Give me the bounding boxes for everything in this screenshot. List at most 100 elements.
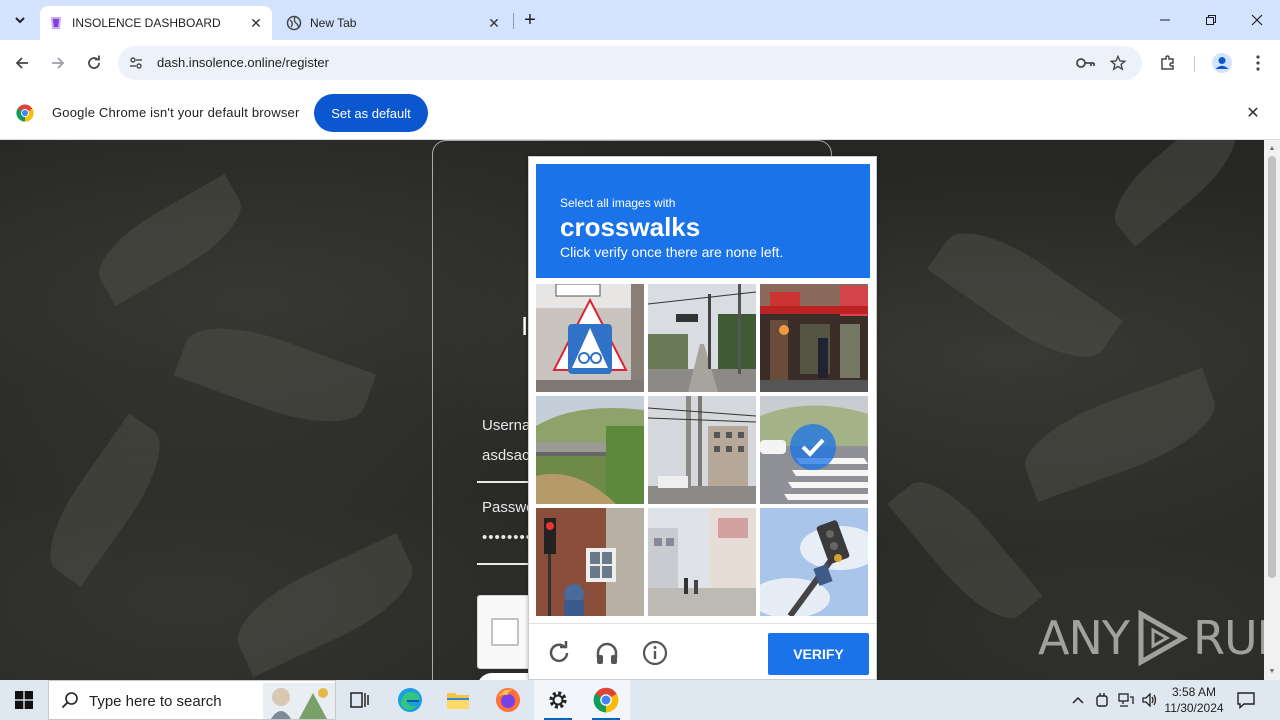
reload-icon: [549, 641, 569, 663]
close-infobar-icon[interactable]: ✕: [1243, 103, 1263, 123]
close-tab-icon[interactable]: ✕: [484, 13, 504, 33]
headphones-icon: [596, 642, 618, 664]
info-icon: [642, 640, 668, 666]
tab-strip: INSOLENCE DASHBOARD ✕ New Tab ✕ +: [0, 0, 1280, 40]
leaf-decoration: [224, 533, 426, 677]
arrow-right-icon: [52, 57, 65, 69]
audio-challenge-button[interactable]: [591, 637, 623, 669]
tile-bicycle-sign[interactable]: [536, 284, 644, 392]
edge-icon: [398, 688, 422, 712]
reload-challenge-button[interactable]: [543, 637, 575, 669]
browser-toolbar: dash.insolence.online/register: [0, 40, 1280, 86]
verify-button[interactable]: VERIFY: [768, 633, 869, 675]
edge-taskbar-icon[interactable]: [386, 680, 434, 720]
chevron-down-icon: [15, 17, 25, 24]
show-hidden-icons-button[interactable]: [1068, 690, 1088, 710]
password-input[interactable]: ••••••••: [482, 529, 532, 546]
settings-taskbar-icon[interactable]: [534, 680, 582, 720]
search-highlight-illustration: [263, 683, 335, 719]
avatar-icon: [1212, 53, 1232, 73]
address-bar[interactable]: dash.insolence.online/register: [118, 46, 1142, 80]
taskbar-clock[interactable]: 3:58 AM 11/30/2024: [1160, 684, 1228, 716]
leaf-decoration: [31, 413, 179, 587]
watermark-text-right: RUN: [1192, 611, 1264, 665]
recaptcha-checkbox[interactable]: [491, 618, 519, 646]
folder-icon: [447, 693, 469, 709]
page-scrollbar[interactable]: ▲ ▼: [1264, 140, 1280, 680]
forward-button[interactable]: [42, 47, 74, 79]
leaf-decoration: [173, 309, 377, 441]
help-button[interactable]: [639, 637, 671, 669]
minimize-button[interactable]: [1142, 0, 1188, 40]
set-as-default-button[interactable]: Set as default: [314, 94, 428, 132]
windows-logo-icon: [15, 691, 33, 709]
reload-icon: [88, 55, 100, 69]
restore-button[interactable]: [1188, 0, 1234, 40]
url-text[interactable]: dash.insolence.online/register: [157, 55, 329, 70]
new-tab-button[interactable]: +: [518, 8, 542, 32]
watermark-text-left: ANY: [1038, 611, 1130, 665]
device-tray-button[interactable]: [1092, 690, 1112, 710]
close-icon: [1251, 14, 1263, 26]
scroll-up-arrow-icon[interactable]: ▲: [1268, 144, 1276, 152]
chrome-taskbar-icon[interactable]: [582, 680, 630, 720]
site-info-icon[interactable]: [124, 51, 148, 75]
tile-shopping-street[interactable]: [648, 508, 756, 616]
extensions-button[interactable]: [1152, 47, 1184, 79]
insolence-favicon-icon: [48, 15, 64, 31]
windows-taskbar: Type here to search 3:58 AM 11/30/2024: [0, 680, 1280, 720]
username-input[interactable]: asdsac: [482, 447, 530, 464]
tile-street-traffic-light[interactable]: [648, 284, 756, 392]
infobar-message: Google Chrome isn't your default browser: [52, 105, 300, 120]
selected-checkmark-icon: [790, 424, 836, 470]
globe-icon: [286, 15, 302, 31]
bookmark-star-icon[interactable]: [1106, 51, 1130, 75]
password-key-icon[interactable]: [1074, 51, 1098, 75]
menu-button[interactable]: [1242, 47, 1274, 79]
minimize-icon: [1160, 19, 1170, 21]
tab-separator: [513, 13, 514, 29]
puzzle-icon: [1161, 55, 1174, 70]
volume-tray-button[interactable]: [1140, 690, 1160, 710]
back-button[interactable]: [6, 47, 38, 79]
tile-utility-poles[interactable]: [648, 396, 756, 504]
tile-storefront[interactable]: [760, 284, 868, 392]
tab-insolence-dashboard[interactable]: INSOLENCE DASHBOARD ✕: [40, 6, 272, 40]
tab-title: New Tab: [310, 16, 357, 30]
scroll-down-arrow-icon[interactable]: ▼: [1268, 667, 1276, 675]
chevron-up-icon: [1072, 696, 1084, 704]
close-window-button[interactable]: [1234, 0, 1280, 40]
firefox-icon: [496, 688, 520, 712]
tile-traffic-signal-sky[interactable]: [760, 508, 868, 616]
usb-device-icon: [1096, 693, 1108, 707]
task-view-button[interactable]: [336, 680, 384, 720]
instruction-text: Select all images with: [560, 196, 676, 210]
notification-center-button[interactable]: [1234, 688, 1258, 712]
taskbar-search-box[interactable]: Type here to search: [48, 680, 336, 720]
tile-bridge-hillside[interactable]: [536, 396, 644, 504]
close-tab-icon[interactable]: ✕: [246, 13, 266, 33]
network-tray-button[interactable]: [1116, 690, 1136, 710]
tab-search-button[interactable]: [8, 8, 32, 32]
firefox-taskbar-icon[interactable]: [484, 680, 532, 720]
clock-time: 3:58 AM: [1171, 685, 1217, 699]
challenge-header: Select all images with crosswalks Click …: [536, 164, 870, 278]
start-button[interactable]: [0, 680, 48, 720]
tile-brick-building-signal[interactable]: [536, 508, 644, 616]
anyrun-watermark: ANY RUN: [1038, 608, 1264, 668]
toolbar-separator: [1194, 56, 1195, 72]
file-explorer-taskbar-icon[interactable]: [434, 680, 482, 720]
search-icon: [61, 692, 78, 709]
leaf-decoration: [927, 211, 1123, 379]
leaf-decoration: [887, 465, 1043, 635]
tab-new-tab[interactable]: New Tab ✕: [278, 6, 510, 40]
scrollbar-thumb[interactable]: [1268, 156, 1276, 578]
chrome-icon: [593, 687, 619, 713]
gear-icon: [549, 691, 567, 709]
leaf-decoration: [1099, 140, 1251, 247]
leaf-decoration: [1014, 367, 1226, 503]
profile-button[interactable]: [1206, 47, 1238, 79]
reload-button[interactable]: [78, 47, 110, 79]
tile-crosswalk[interactable]: [760, 396, 868, 504]
target-object: crosswalks: [560, 212, 701, 242]
